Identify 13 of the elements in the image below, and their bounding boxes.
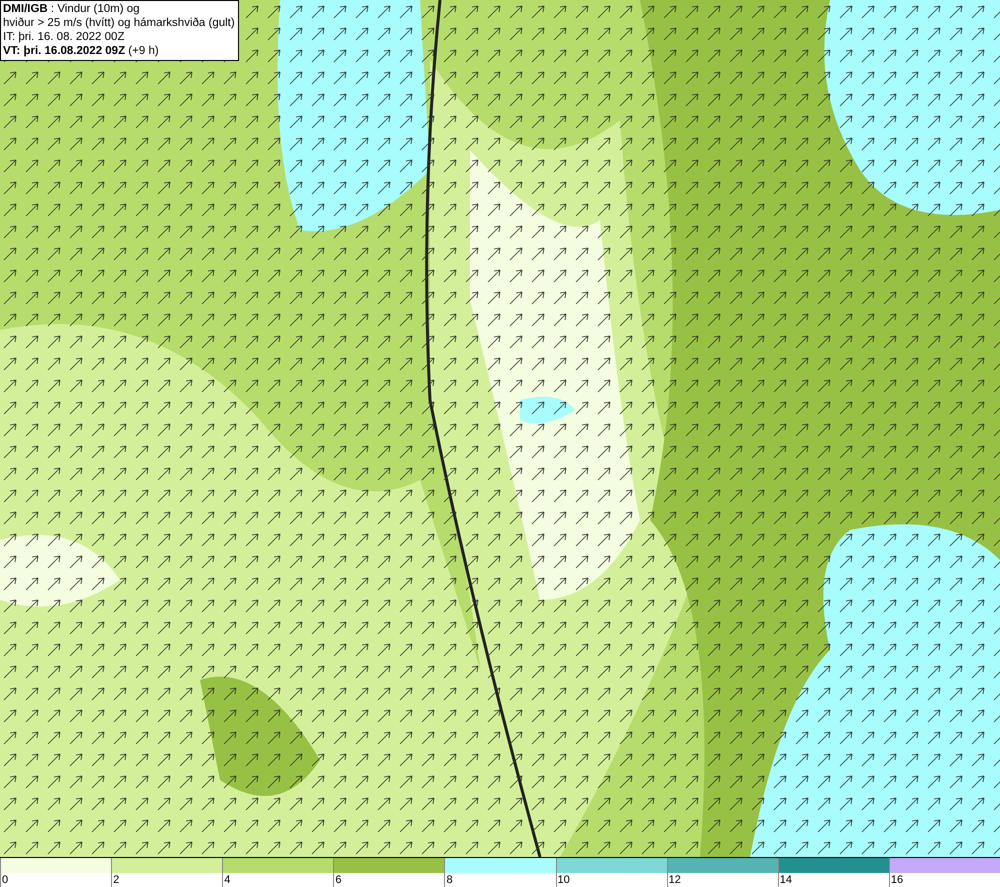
scale-label: 2 xyxy=(112,873,120,887)
header-line: hviður > 25 m/s (hvítt) og hámarkshviða (gult) xyxy=(3,16,235,30)
header-line: DMI/IGB : Vindur (10m) og xyxy=(3,2,141,16)
scale-label: 6 xyxy=(334,873,342,887)
header-line: IT: þri. 16. 08. 2022 00Z xyxy=(3,30,126,44)
scale-label: 16 xyxy=(890,873,904,887)
header-line: VT: þri. 16.08.2022 09Z (+9 h) xyxy=(3,44,160,58)
scale-label: 12 xyxy=(668,873,681,887)
scale-label: 8 xyxy=(445,873,453,887)
scale-label: 0 xyxy=(1,873,8,887)
scale-label: 14 xyxy=(778,873,792,887)
scale-label: 4 xyxy=(223,873,230,887)
scale-label: 10 xyxy=(556,873,570,887)
